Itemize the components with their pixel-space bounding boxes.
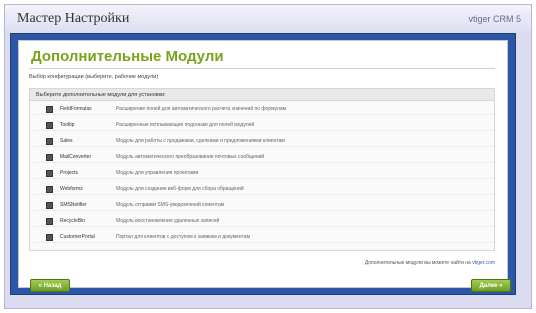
module-name: RecycleBin: [60, 218, 86, 224]
more-modules-link[interactable]: vtiger.com: [472, 260, 495, 266]
module-row: FieldFormulas Расширение полей для автом…: [30, 103, 494, 115]
module-row: CustomerPortal Портал для клиентов с дос…: [30, 231, 494, 243]
module-row: SMSNotifier Модуль отправки SMS-уведомле…: [30, 199, 494, 211]
module-checkbox[interactable]: [46, 154, 53, 161]
page-subtitle: Выбор конфигурации (выберите, рабочие мо…: [29, 74, 159, 80]
next-button[interactable]: Далее »: [471, 279, 511, 292]
modules-header-label: Выберите дополнительные модули для устан…: [36, 92, 166, 98]
module-checkbox[interactable]: [46, 122, 53, 129]
module-description: Портал для клиентов с доступом к заявкам…: [116, 234, 251, 240]
modules-header: Выберите дополнительные модули для устан…: [30, 89, 494, 101]
module-checkbox[interactable]: [46, 138, 53, 145]
back-button[interactable]: « Назад: [30, 279, 70, 292]
more-modules-text: Дополнительные модули вы можете найти на: [364, 260, 471, 266]
module-row: Tooltip Расширенные всплывающие подсказк…: [30, 119, 494, 131]
module-name: SMSNotifier: [60, 202, 87, 208]
window-title: Мастер Настройки: [17, 11, 130, 26]
page-title: Дополнительные Модули: [31, 48, 224, 65]
module-name: Webforms: [60, 186, 83, 192]
main-panel: Дополнительные Модули Выбор конфигурации…: [18, 40, 508, 288]
version-label: vtiger CRM 5: [468, 14, 521, 24]
module-row: Sales Модуль для работы с продажами, сде…: [30, 135, 494, 147]
module-description: Расширенные всплывающие подсказки для по…: [116, 122, 255, 128]
module-checkbox[interactable]: [46, 218, 53, 225]
module-checkbox[interactable]: [46, 234, 53, 241]
module-name: MailConverter: [60, 154, 92, 160]
more-modules-note: Дополнительные модули вы можете найти на…: [365, 260, 495, 266]
module-row: Projects Модуль для управления проектами: [30, 167, 494, 179]
module-name: CustomerPortal: [60, 234, 95, 240]
title-bar: Мастер Настройки vtiger CRM 5: [5, 5, 531, 35]
module-checkbox[interactable]: [46, 186, 53, 193]
module-checkbox[interactable]: [46, 170, 53, 177]
module-name: FieldFormulas: [60, 106, 92, 112]
module-description: Модуль для управления проектами: [116, 170, 199, 176]
module-name: Tooltip: [60, 122, 75, 128]
modules-list: Выберите дополнительные модули для устан…: [29, 88, 495, 251]
divider: [29, 68, 495, 69]
module-name: Sales: [60, 138, 73, 144]
module-row: MailConverter Модуль автоматического пре…: [30, 151, 494, 163]
module-description: Модуль отправки SMS-уведомлений клиентам: [116, 202, 225, 208]
module-description: Расширение полей для автоматического рас…: [116, 106, 287, 112]
module-checkbox[interactable]: [46, 202, 53, 209]
module-description: Модуль автоматического преобразования по…: [116, 154, 265, 160]
module-description: Модуль восстановления удаленных записей: [116, 218, 220, 224]
module-description: Модуль для создания веб-форм для сбора о…: [116, 186, 244, 192]
module-row: RecycleBin Модуль восстановления удаленн…: [30, 215, 494, 227]
module-checkbox[interactable]: [46, 106, 53, 113]
module-row: Webforms Модуль для создания веб-форм дл…: [30, 183, 494, 195]
module-name: Projects: [60, 170, 79, 176]
module-description: Модуль для работы с продажами, сделками …: [116, 138, 285, 144]
